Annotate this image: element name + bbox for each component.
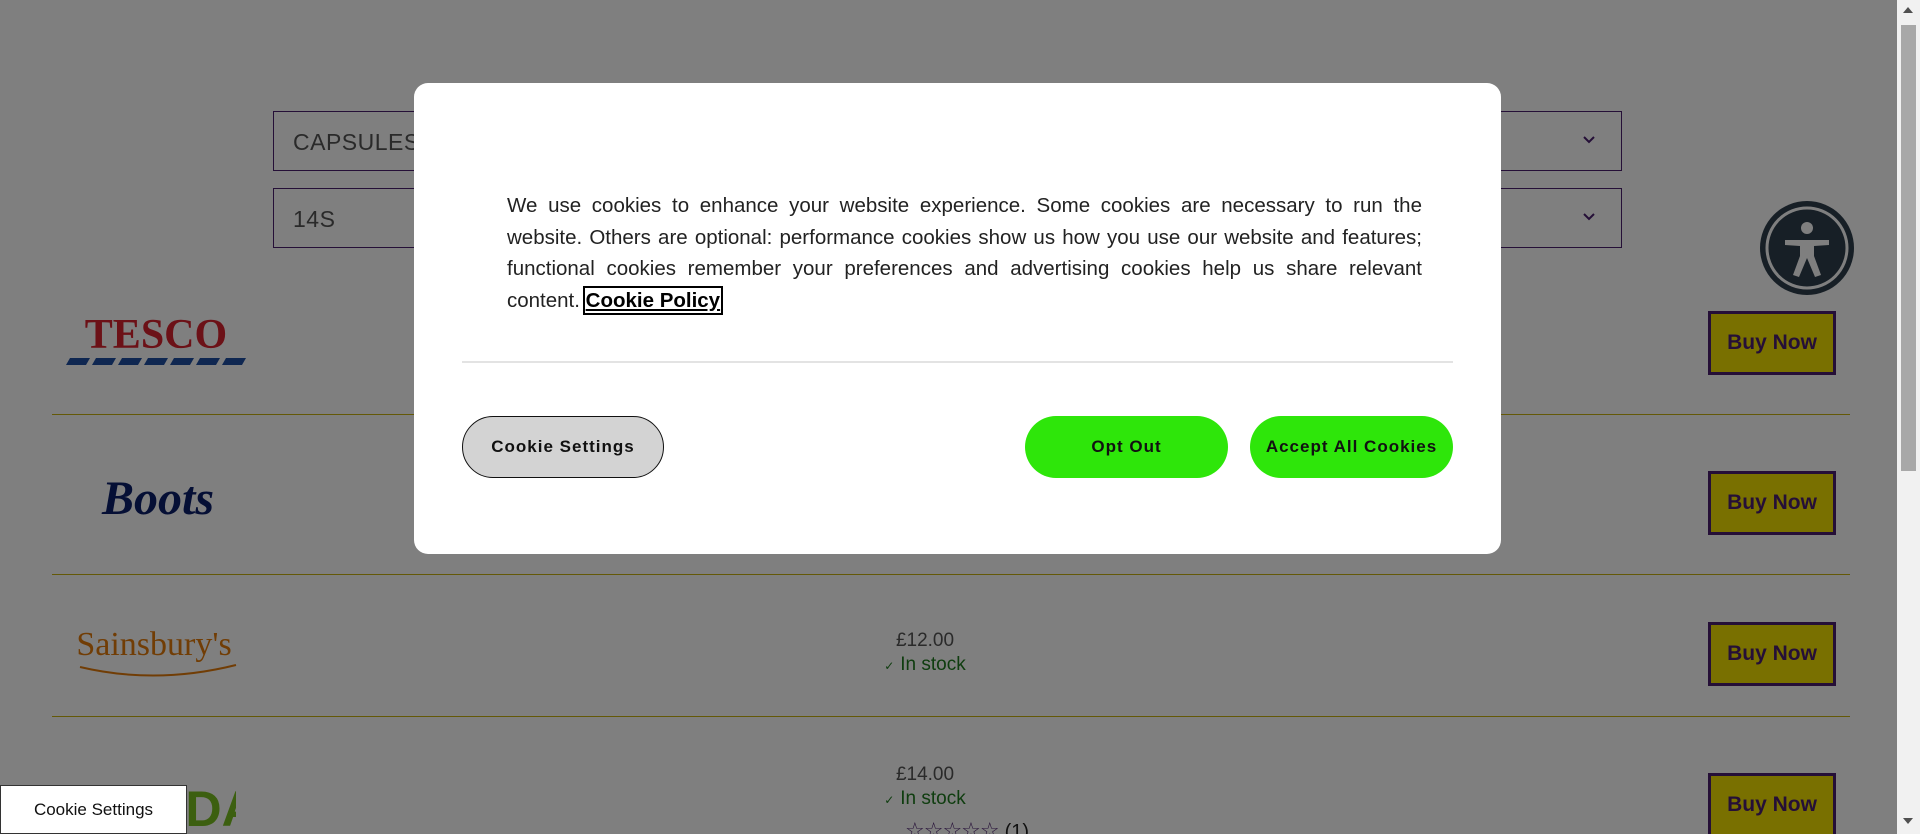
cookie-consent-dialog: We use cookies to enhance your website e… [414,83,1501,554]
page: CAPSULES 14S TESCO Buy Now Boot [0,0,1897,834]
cookie-settings-tab[interactable]: Cookie Settings [0,785,187,834]
dialog-divider [462,361,1453,363]
cookie-policy-link[interactable]: Cookie Policy [582,285,724,315]
scroll-up-arrow-icon[interactable] [1903,7,1913,13]
opt-out-button[interactable]: Opt Out [1025,416,1228,478]
cookie-settings-button[interactable]: Cookie Settings [462,416,664,478]
cookie-consent-message: We use cookies to enhance your website e… [507,190,1422,316]
page-scrollbar[interactable] [1897,0,1920,834]
scrollbar-thumb[interactable] [1901,25,1916,471]
accept-all-cookies-button[interactable]: Accept All Cookies [1250,416,1453,478]
scroll-down-arrow-icon[interactable] [1903,818,1913,824]
